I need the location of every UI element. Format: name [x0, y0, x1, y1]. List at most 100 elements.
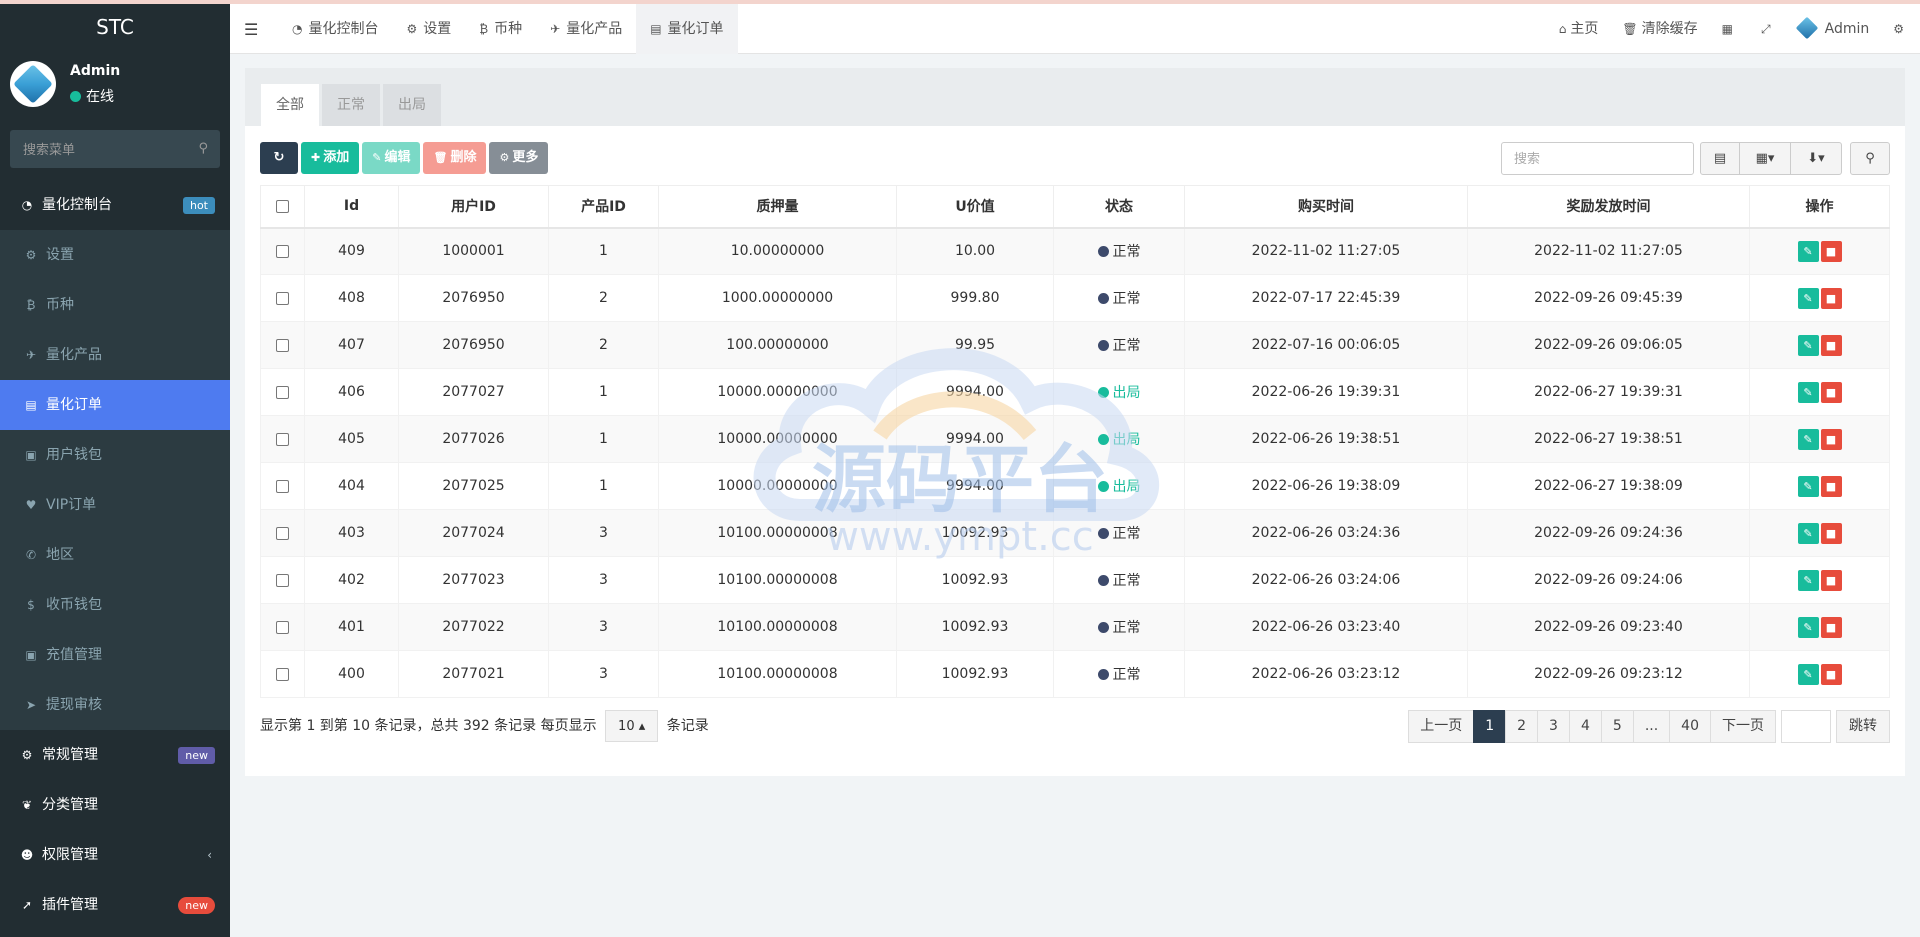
export-button[interactable]: ⬇▾: [1790, 142, 1842, 175]
prev-page-button[interactable]: 上一页: [1408, 710, 1475, 743]
more-button[interactable]: ⚙ 更多: [489, 142, 549, 174]
row-checkbox[interactable]: [276, 526, 289, 540]
sidebar-item-currency[interactable]: ₿ 币种: [0, 280, 230, 330]
toggle-view-button[interactable]: ▤: [1700, 142, 1740, 175]
row-checkbox[interactable]: [276, 620, 289, 634]
col-user-id[interactable]: 用户ID: [398, 185, 549, 229]
fullscreen-button[interactable]: ⤢: [1749, 4, 1787, 54]
sidebar-item-general[interactable]: ⚙ 常规管理 new: [0, 730, 230, 780]
row-checkbox[interactable]: [276, 244, 289, 258]
table-row[interactable]: 406 2077027 1 10000.00000000 9994.00 出局 2022-0…: [260, 368, 1890, 416]
sidebar-item-region[interactable]: ✆ 地区: [0, 530, 230, 580]
refresh-button[interactable]: ↻: [260, 142, 298, 174]
row-edit-button[interactable]: ✎: [1797, 428, 1819, 450]
tab-all[interactable]: 全部: [261, 84, 319, 126]
col-id[interactable]: Id: [304, 185, 399, 229]
sidebar-item-dashboard[interactable]: ◔ 量化控制台 hot: [0, 180, 230, 230]
select-all-checkbox[interactable]: [276, 199, 289, 213]
table-row[interactable]: 404 2077025 1 10000.00000000 9994.00 出局 2022-0…: [260, 462, 1890, 510]
cell-status[interactable]: 正常: [1053, 650, 1185, 698]
row-checkbox[interactable]: [276, 479, 289, 493]
tab-normal[interactable]: 正常: [322, 84, 380, 126]
add-button[interactable]: ✚ 添加: [301, 142, 360, 174]
row-checkbox[interactable]: [276, 573, 289, 587]
row-checkbox[interactable]: [276, 385, 289, 399]
table-row[interactable]: 408 2076950 2 1000.00000000 999.80 正常 2022-07-…: [260, 274, 1890, 322]
sidebar-item-receive-wallet[interactable]: $ 收币钱包: [0, 580, 230, 630]
row-checkbox[interactable]: [276, 432, 289, 446]
cell-status[interactable]: 出局: [1053, 368, 1185, 416]
row-checkbox[interactable]: [276, 667, 289, 681]
settings-button[interactable]: ⚙: [1881, 4, 1920, 54]
edit-button[interactable]: ✎ 编辑: [362, 142, 421, 174]
table-row[interactable]: 403 2077024 3 10100.00000008 10092.93 正常 2022-…: [260, 509, 1890, 557]
columns-button[interactable]: ▦▾: [1739, 142, 1791, 175]
language-button[interactable]: ▦: [1710, 4, 1749, 54]
row-edit-button[interactable]: ✎: [1797, 522, 1819, 544]
sidebar-item-orders[interactable]: ▤ 量化订单: [0, 380, 230, 430]
sidebar-item-permissions[interactable]: ☻ 权限管理 ‹: [0, 830, 230, 880]
cell-status[interactable]: 正常: [1053, 509, 1185, 557]
col-product-id[interactable]: 产品ID: [548, 185, 659, 229]
cell-status[interactable]: 正常: [1053, 556, 1185, 604]
sidebar-item-vip-orders[interactable]: ♥ VIP订单: [0, 480, 230, 530]
row-edit-button[interactable]: ✎: [1797, 381, 1819, 403]
delete-button[interactable]: 🗑 删除: [423, 142, 487, 174]
sidebar-item-plugins[interactable]: ➚ 插件管理 new: [0, 880, 230, 930]
tab-dashboard[interactable]: ◔ 量化控制台: [278, 4, 392, 54]
page-button[interactable]: 4: [1568, 710, 1602, 743]
cell-status[interactable]: 出局: [1053, 462, 1185, 510]
sidebar-item-withdraw-review[interactable]: ➤ 提现审核: [0, 680, 230, 730]
row-edit-button[interactable]: ✎: [1797, 334, 1819, 356]
table-row[interactable]: 407 2076950 2 100.00000000 99.95 正常 2022-07-16…: [260, 321, 1890, 369]
page-button[interactable]: 5: [1600, 710, 1634, 743]
tab-orders[interactable]: ▤ 量化订单: [636, 4, 738, 54]
table-row[interactable]: 409 1000001 1 10.00000000 10.00 正常 2022-11-02 …: [260, 227, 1890, 275]
next-page-button[interactable]: 下一页: [1710, 710, 1776, 743]
table-row[interactable]: 402 2077023 3 10100.00000008 10092.93 正常 2022-…: [260, 556, 1890, 604]
row-delete-button[interactable]: ■: [1820, 240, 1842, 262]
col-u-value[interactable]: U价值: [896, 185, 1054, 229]
sidebar-item-recharge[interactable]: ▣ 充值管理: [0, 630, 230, 680]
cell-status[interactable]: 正常: [1053, 603, 1185, 651]
col-amount[interactable]: 质押量: [658, 185, 897, 229]
cell-status[interactable]: 正常: [1053, 274, 1185, 322]
col-status[interactable]: 状态: [1053, 185, 1185, 229]
page-size-select[interactable]: 10 ▴: [605, 710, 659, 742]
row-delete-button[interactable]: ■: [1820, 616, 1842, 638]
cell-status[interactable]: 出局: [1053, 415, 1185, 463]
tab-settings[interactable]: ⚙ 设置: [392, 4, 465, 54]
home-link[interactable]: ⌂ 主页: [1547, 4, 1611, 54]
row-edit-button[interactable]: ✎: [1797, 287, 1819, 309]
app-logo[interactable]: STC: [0, 4, 230, 50]
search-icon[interactable]: ⚲: [198, 141, 208, 156]
row-delete-button[interactable]: ■: [1820, 428, 1842, 450]
tab-currency[interactable]: ₿ 币种: [465, 4, 536, 54]
sidebar-item-products[interactable]: ✈ 量化产品: [0, 330, 230, 380]
sidebar-item-category[interactable]: ❦ 分类管理: [0, 780, 230, 830]
row-edit-button[interactable]: ✎: [1797, 475, 1819, 497]
menu-toggle-icon[interactable]: ☰: [244, 20, 258, 39]
table-row[interactable]: 400 2077021 3 10100.00000008 10092.93 正常 2022-…: [260, 650, 1890, 698]
clear-cache-button[interactable]: 🗑 清除缓存: [1610, 4, 1709, 54]
row-delete-button[interactable]: ■: [1820, 663, 1842, 685]
row-checkbox[interactable]: [276, 338, 289, 352]
col-reward-time[interactable]: 奖励发放时间: [1467, 185, 1750, 229]
row-edit-button[interactable]: ✎: [1797, 569, 1819, 591]
row-delete-button[interactable]: ■: [1820, 334, 1842, 356]
row-delete-button[interactable]: ■: [1820, 381, 1842, 403]
jump-page-input[interactable]: [1781, 710, 1831, 743]
jump-button[interactable]: 跳转: [1836, 710, 1890, 743]
cell-status[interactable]: 正常: [1053, 227, 1185, 275]
sidebar-item-settings[interactable]: ⚙ 设置: [0, 230, 230, 280]
row-edit-button[interactable]: ✎: [1797, 240, 1819, 262]
page-button[interactable]: 2: [1505, 710, 1539, 743]
table-search-input[interactable]: [1501, 142, 1694, 175]
sidebar-item-user-wallet[interactable]: ▣ 用户钱包: [0, 430, 230, 480]
row-edit-button[interactable]: ✎: [1797, 616, 1819, 638]
tab-out[interactable]: 出局: [383, 84, 441, 126]
page-button[interactable]: 3: [1537, 710, 1570, 743]
table-row[interactable]: 405 2077026 1 10000.00000000 9994.00 出局 2022-0…: [260, 415, 1890, 463]
col-buy-time[interactable]: 购买时间: [1184, 185, 1468, 229]
advanced-search-button[interactable]: ⚲: [1850, 142, 1890, 175]
